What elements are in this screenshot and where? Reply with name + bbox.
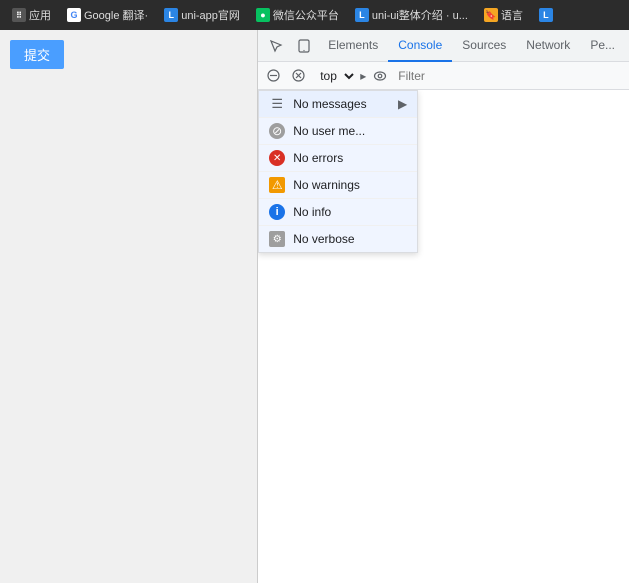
tab-apps[interactable]: ⠿ 应用 — [6, 4, 57, 26]
context-select[interactable]: top — [312, 66, 357, 86]
lang-icon: 🔖 — [484, 8, 498, 22]
tab-uni-ui-label: uni-ui整体介绍 · u... — [372, 7, 468, 23]
list-icon: ☰ — [269, 96, 285, 112]
error-icon: ✕ — [269, 150, 285, 166]
filter-warnings-label: No warnings — [293, 178, 360, 192]
stop-recording-icon[interactable] — [287, 65, 309, 87]
devtools-panel: Elements Console Sources Network Pe... — [257, 30, 629, 583]
tab-lang-label: 语言 — [501, 7, 523, 23]
tab-wechat[interactable]: ● 微信公众平台 — [250, 4, 345, 26]
extra-icon: L — [539, 8, 553, 22]
tab-lang[interactable]: 🔖 语言 — [478, 4, 529, 26]
filter-warnings[interactable]: ⚠ No warnings — [259, 172, 417, 199]
info-icon: i — [269, 204, 285, 220]
google-icon: G — [67, 8, 81, 22]
uni-app-icon: L — [164, 8, 178, 22]
user-message-icon: ⊘ — [269, 123, 285, 139]
tab-uni-ui[interactable]: L uni-ui整体介绍 · u... — [349, 4, 474, 26]
left-panel: 提交 — [0, 30, 257, 583]
browser-tab-bar: ⠿ 应用 G Google 翻译· L uni-app官网 ● 微信公众平台 L… — [0, 0, 629, 30]
devtools-mobile-icon[interactable] — [290, 32, 318, 60]
clear-console-icon[interactable] — [262, 65, 284, 87]
verbose-icon: ⚙ — [269, 231, 285, 247]
tab-extra[interactable]: L — [533, 5, 559, 25]
console-content: ☰ No messages ▶ ⊘ No user me... ✕ No err… — [258, 90, 629, 583]
filter-errors-label: No errors — [293, 151, 343, 165]
hide-violations-icon[interactable] — [369, 65, 391, 87]
filter-info-label: No info — [293, 205, 331, 219]
filter-info[interactable]: i No info — [259, 199, 417, 226]
submit-button[interactable]: 提交 — [10, 40, 64, 69]
tab-sources[interactable]: Sources — [452, 30, 516, 62]
filter-errors[interactable]: ✕ No errors — [259, 145, 417, 172]
tab-google[interactable]: G Google 翻译· — [61, 4, 154, 26]
console-filter-menu: ☰ No messages ▶ ⊘ No user me... ✕ No err… — [258, 90, 418, 253]
page-body: 提交 Elements Console Sources Network P — [0, 30, 629, 583]
uni-ui-icon: L — [355, 8, 369, 22]
warning-icon: ⚠ — [269, 177, 285, 193]
tab-uni-app[interactable]: L uni-app官网 — [158, 4, 246, 26]
tab-wechat-label: 微信公众平台 — [273, 7, 339, 23]
filter-user-messages[interactable]: ⊘ No user me... — [259, 118, 417, 145]
devtools-tab-bar: Elements Console Sources Network Pe... — [258, 30, 629, 62]
tab-network[interactable]: Network — [516, 30, 580, 62]
apps-icon: ⠿ — [12, 8, 26, 22]
filter-all-messages[interactable]: ☰ No messages ▶ — [259, 91, 417, 118]
tab-performance[interactable]: Pe... — [580, 30, 625, 62]
wechat-icon: ● — [256, 8, 270, 22]
filter-all-label: No messages — [293, 97, 366, 111]
filter-user-label: No user me... — [293, 124, 365, 138]
tab-uni-app-label: uni-app官网 — [181, 7, 240, 23]
tab-google-label: Google 翻译· — [84, 7, 148, 23]
tab-elements[interactable]: Elements — [318, 30, 388, 62]
filter-verbose[interactable]: ⚙ No verbose — [259, 226, 417, 252]
devtools-toolbar: top ▸ — [258, 62, 629, 90]
tab-console[interactable]: Console — [388, 30, 452, 62]
tab-apps-label: 应用 — [29, 7, 51, 23]
context-arrow-icon: ▸ — [360, 69, 366, 83]
filter-input[interactable] — [394, 66, 625, 86]
devtools-cursor-icon[interactable] — [262, 32, 290, 60]
filter-verbose-label: No verbose — [293, 232, 354, 246]
expand-arrow-icon: ▶ — [398, 97, 407, 111]
